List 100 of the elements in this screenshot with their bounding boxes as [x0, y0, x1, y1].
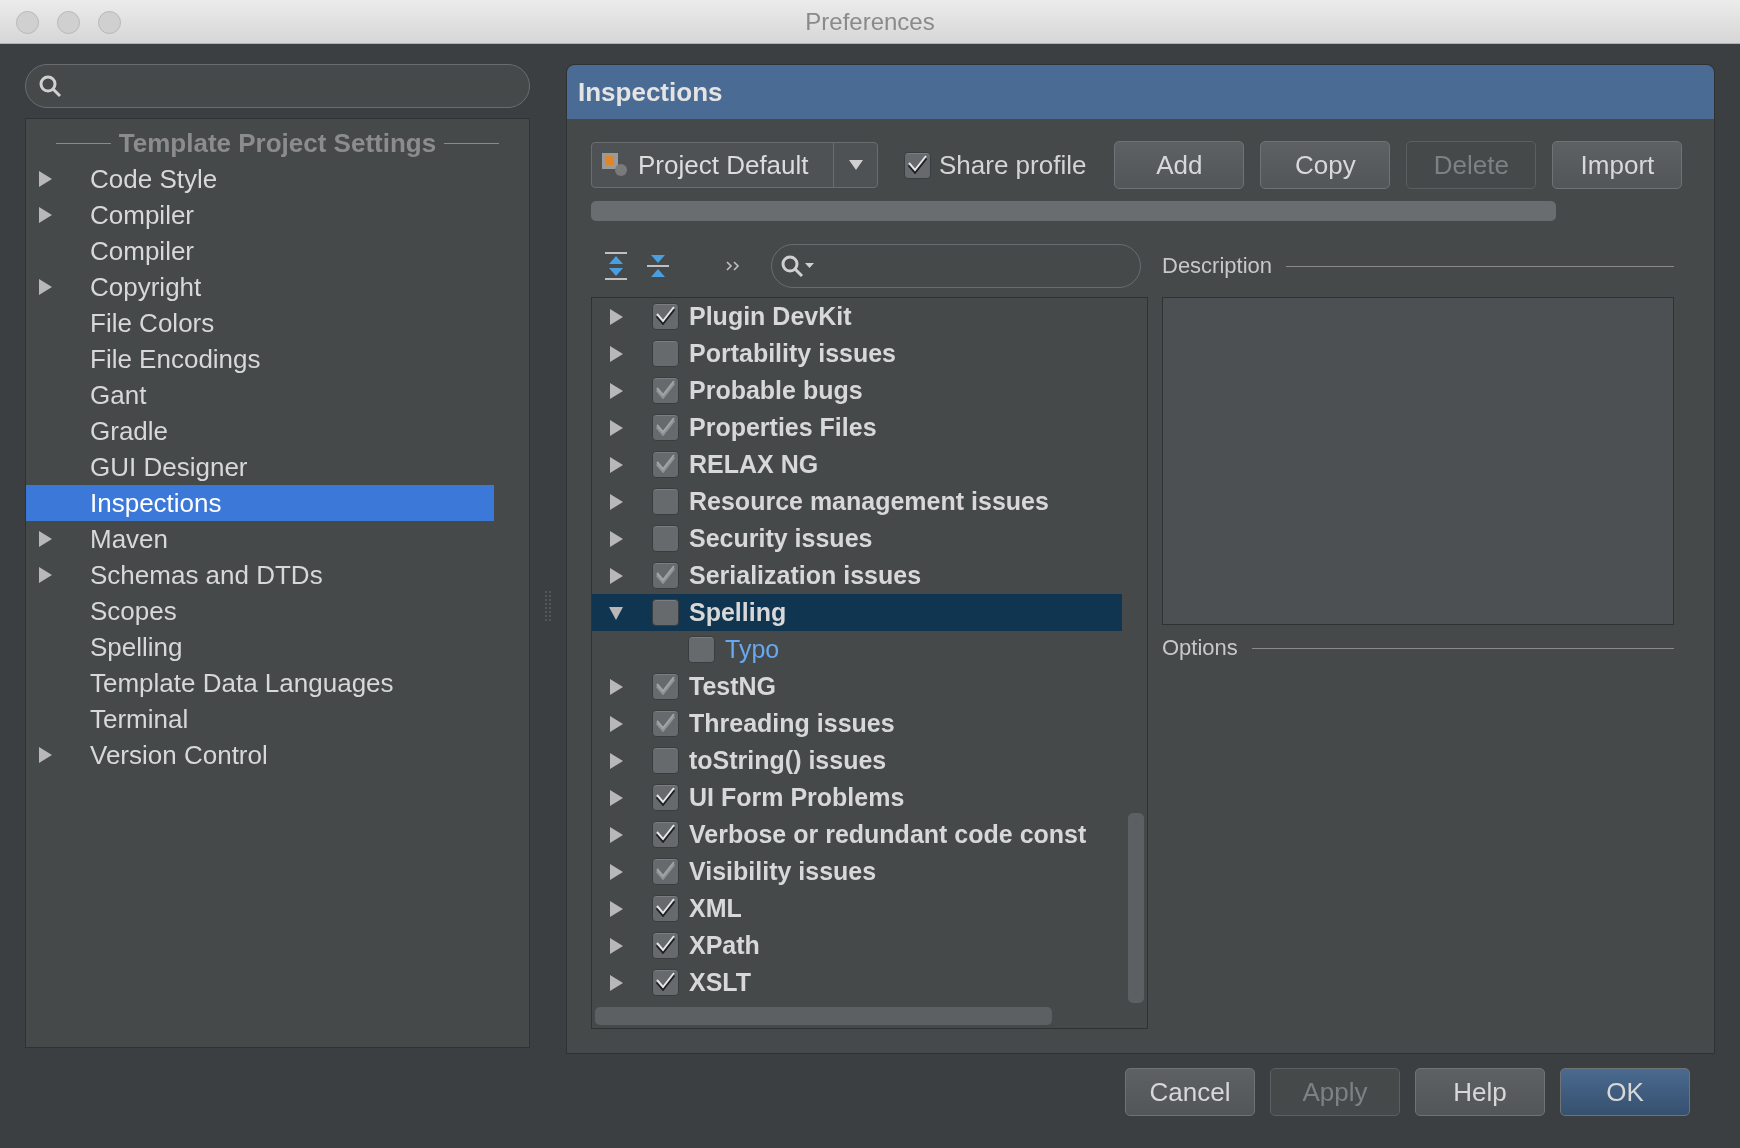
expand-arrow-icon[interactable] [608, 529, 624, 548]
expand-arrow-icon[interactable] [37, 746, 53, 764]
sidebar-item[interactable]: Copyright [26, 269, 494, 305]
expand-arrow-icon[interactable] [608, 307, 624, 326]
profile-button[interactable]: Add [1114, 141, 1245, 189]
expand-arrow-icon[interactable] [608, 936, 624, 955]
sidebar-item[interactable]: Spelling [26, 629, 494, 665]
tree-row[interactable]: Typo [592, 631, 1122, 668]
checkbox[interactable] [652, 747, 679, 774]
caret-icon [847, 159, 864, 171]
expand-arrow-icon[interactable] [608, 899, 624, 918]
sidebar-item[interactable]: Gradle [26, 413, 494, 449]
sidebar-item[interactable]: Version Control [26, 737, 494, 773]
profile-button[interactable]: Import [1552, 141, 1683, 189]
sidebar-item[interactable]: GUI Designer [26, 449, 494, 485]
checkbox[interactable] [652, 895, 679, 922]
expand-all-icon[interactable] [603, 251, 629, 281]
expand-arrow-icon[interactable] [608, 492, 624, 511]
expand-arrow-icon[interactable] [37, 170, 53, 188]
group-heading: Template Project Settings [118, 127, 437, 159]
section-label: Description [1162, 253, 1273, 279]
checkbox-label[interactable]: Share profile [939, 149, 1087, 181]
dialog-button[interactable]: Cancel [1125, 1068, 1255, 1116]
expand-arrow-icon[interactable] [608, 788, 624, 807]
checkbox[interactable] [688, 636, 715, 663]
sidebar-item[interactable]: Gant [26, 377, 494, 413]
tree-row[interactable]: Serialization issues [592, 557, 1122, 594]
sidebar-item[interactable]: File Encodings [26, 341, 494, 377]
tree-row[interactable]: Verbose or redundant code const [592, 816, 1122, 853]
search-field[interactable] [25, 64, 530, 108]
expand-arrow-icon[interactable] [608, 677, 624, 696]
profile-dropdown[interactable]: Project Default [591, 142, 878, 188]
checkbox[interactable] [652, 969, 679, 996]
double-chevron-icon[interactable] [725, 260, 741, 272]
expand-arrow-icon[interactable] [608, 825, 624, 844]
tree-row[interactable]: Properties Files [592, 409, 1122, 446]
checkbox[interactable] [652, 784, 679, 811]
checkbox[interactable] [652, 858, 679, 885]
sidebar-item[interactable]: Compiler [26, 233, 494, 269]
dialog-button[interactable]: Help [1415, 1068, 1545, 1116]
expand-arrow-icon[interactable] [37, 278, 53, 296]
sidebar-item[interactable]: Maven [26, 521, 494, 557]
checkbox[interactable] [652, 599, 679, 626]
tree-row[interactable]: XSLT [592, 964, 1122, 1001]
search-icon [780, 254, 816, 278]
expand-arrow-icon[interactable] [37, 566, 53, 584]
sidebar-item[interactable]: Code Style [26, 161, 494, 197]
checkbox[interactable] [652, 451, 679, 478]
checkbox[interactable] [652, 673, 679, 700]
expand-arrow-icon[interactable] [608, 714, 624, 733]
sidebar-item[interactable]: File Colors [26, 305, 494, 341]
scrollbar[interactable] [595, 1007, 1052, 1025]
checkbox[interactable] [652, 377, 679, 404]
checkbox[interactable] [652, 710, 679, 737]
profile-icon [600, 151, 630, 179]
expand-arrow-icon[interactable] [608, 455, 624, 474]
checkbox[interactable] [652, 303, 679, 330]
checkbox[interactable] [652, 562, 679, 589]
sidebar-item[interactable]: Terminal [26, 701, 494, 737]
filter-field[interactable] [771, 244, 1141, 288]
scrollbar[interactable] [1128, 813, 1144, 1003]
sidebar-item[interactable]: Inspections [26, 485, 494, 521]
search-icon [38, 74, 62, 98]
tree-row[interactable]: RELAX NG [592, 446, 1122, 483]
checkbox[interactable] [904, 151, 931, 179]
sidebar-item[interactable]: Scopes [26, 593, 494, 629]
tree-row[interactable]: Probable bugs [592, 372, 1122, 409]
profile-button[interactable]: Copy [1260, 141, 1391, 189]
expand-arrow-icon[interactable] [608, 973, 624, 992]
tree-row[interactable]: Security issues [592, 520, 1122, 557]
expand-arrow-icon[interactable] [37, 206, 53, 224]
checkbox[interactable] [652, 525, 679, 552]
checkbox[interactable] [652, 821, 679, 848]
expand-arrow-icon[interactable] [608, 862, 624, 881]
tree-row[interactable]: XPath [592, 927, 1122, 964]
tree-row[interactable]: Plugin DevKit [592, 298, 1122, 335]
tree-row[interactable]: TestNG [592, 668, 1122, 705]
tree-row[interactable]: Visibility issues [592, 853, 1122, 890]
panel-title: Inspections [567, 65, 1714, 119]
expand-arrow-icon[interactable] [608, 418, 624, 437]
checkbox[interactable] [652, 340, 679, 367]
checkbox[interactable] [652, 414, 679, 441]
tree-row[interactable]: Resource management issues [592, 483, 1122, 520]
expand-arrow-icon[interactable] [608, 751, 624, 770]
sidebar-item[interactable]: Compiler [26, 197, 494, 233]
tree-row[interactable]: toString() issues [592, 742, 1122, 779]
expand-arrow-icon[interactable] [608, 566, 624, 585]
dialog-button[interactable]: OK [1560, 1068, 1690, 1116]
tree-row[interactable]: Spelling [592, 594, 1122, 631]
expand-arrow-icon[interactable] [608, 381, 624, 400]
checkbox[interactable] [652, 932, 679, 959]
checkbox[interactable] [652, 488, 679, 515]
tree-row[interactable]: UI Form Problems [592, 779, 1122, 816]
expand-arrow-icon[interactable] [608, 344, 624, 363]
tree-row[interactable]: Threading issues [592, 705, 1122, 742]
expand-arrow-icon[interactable] [37, 530, 53, 548]
sidebar-item[interactable]: Schemas and DTDs [26, 557, 494, 593]
sidebar-item[interactable]: Template Data Languages [26, 665, 494, 701]
tree-row[interactable]: XML [592, 890, 1122, 927]
tree-row[interactable]: Portability issues [592, 335, 1122, 372]
